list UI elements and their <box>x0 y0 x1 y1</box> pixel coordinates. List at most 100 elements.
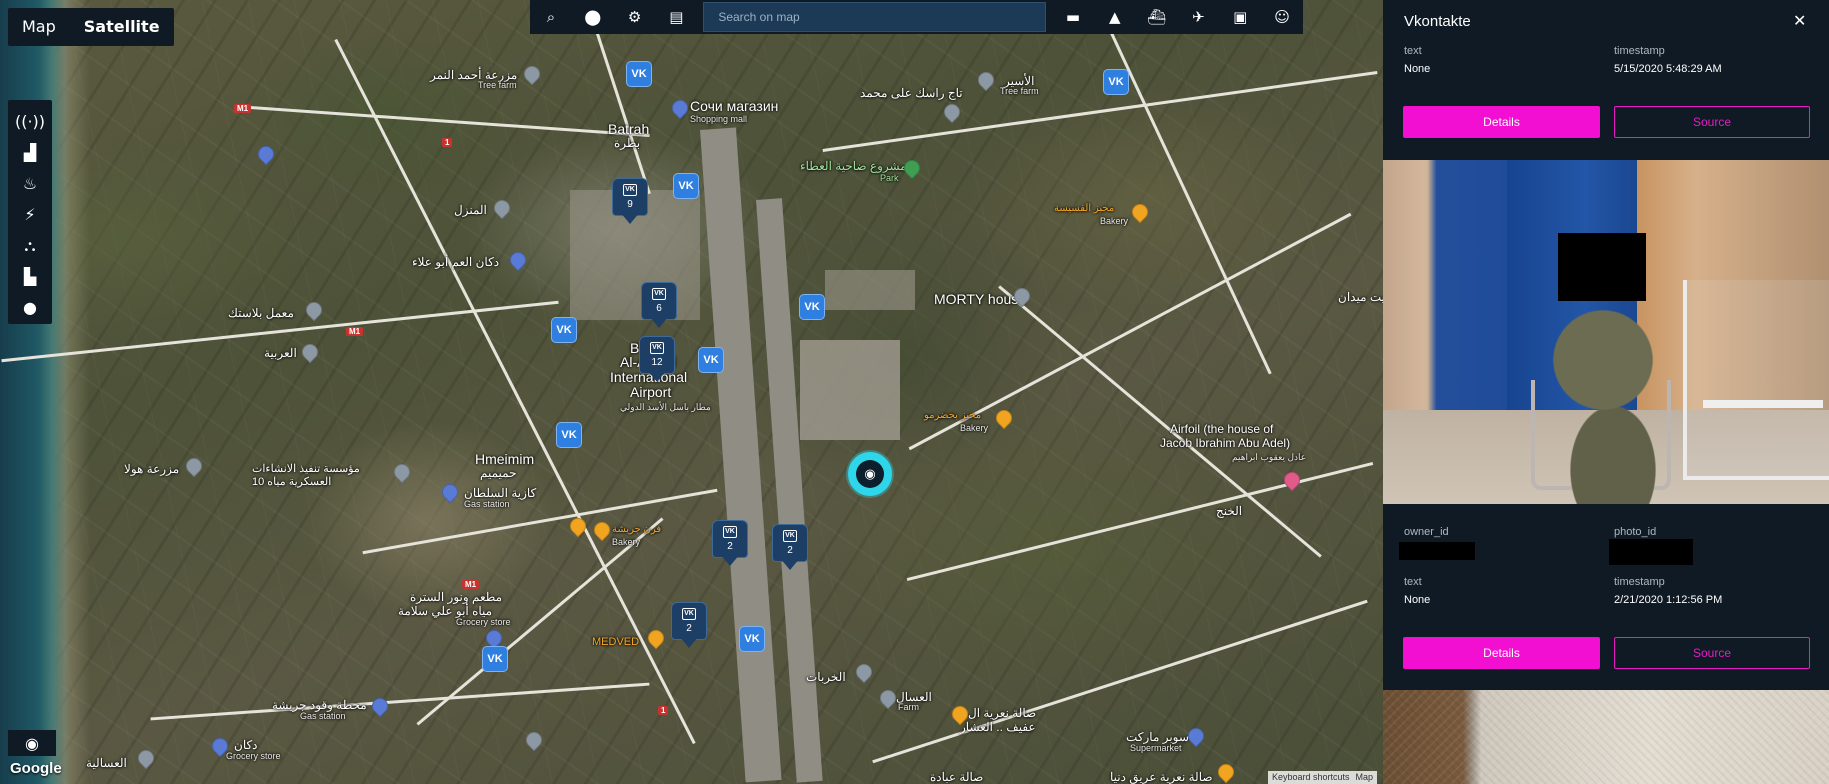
water-drop-icon[interactable]: ● <box>8 292 52 323</box>
gas-pin[interactable] <box>368 694 392 718</box>
bus-icon[interactable]: ▣ <box>1219 0 1261 34</box>
map-data-link[interactable]: Map <box>1356 771 1374 784</box>
google-logo: Google <box>10 760 62 777</box>
poi-pin[interactable] <box>182 454 206 478</box>
map-label: Bakery <box>1100 216 1129 226</box>
map-label: Gas station <box>300 711 346 721</box>
map-label: Park <box>880 173 899 183</box>
vk-pin[interactable]: VK <box>551 317 577 343</box>
map-type-satellite[interactable]: Satellite <box>70 8 174 46</box>
map-pin-icon[interactable]: ⬤ <box>572 0 614 34</box>
poi-pin[interactable] <box>298 340 322 364</box>
poi-pin[interactable] <box>1214 760 1238 784</box>
vk-cluster[interactable]: VK 2 <box>772 524 808 572</box>
network-icon[interactable]: ⛬ <box>8 230 52 261</box>
details-button[interactable]: Details <box>1403 637 1600 669</box>
details-button[interactable]: Details <box>1403 106 1600 138</box>
bakery-pin[interactable] <box>590 518 614 542</box>
map-label: Farm <box>898 702 919 712</box>
map-label: حميميم <box>480 466 517 480</box>
truck-icon[interactable]: ▙ <box>8 261 52 292</box>
poi-pin[interactable] <box>974 68 998 92</box>
layers-icon[interactable]: ▤ <box>655 0 697 34</box>
gear-icon[interactable]: ⚙ <box>614 0 656 34</box>
shopping-pin[interactable] <box>506 248 530 272</box>
poi-pin[interactable] <box>522 728 546 752</box>
map-label: بطرة <box>614 136 641 150</box>
selected-location-marker[interactable]: ◉ <box>848 452 892 496</box>
vk-pin[interactable]: VK <box>1103 69 1129 95</box>
bakery-pin[interactable] <box>1128 200 1152 224</box>
zoom-search-icon[interactable]: ⌕ <box>530 0 572 34</box>
source-button[interactable]: Source <box>1614 637 1810 669</box>
poi-pin[interactable] <box>520 62 544 86</box>
poi-pin[interactable] <box>490 196 514 220</box>
vk-pin[interactable]: VK <box>698 347 724 373</box>
road <box>822 71 1378 152</box>
gas-pin[interactable] <box>438 480 462 504</box>
vk-pin[interactable]: VK <box>482 646 508 672</box>
map-label: صالة نعرية ال <box>968 706 1037 720</box>
poi-pin[interactable] <box>390 460 414 484</box>
eye-icon[interactable]: ◉ <box>8 730 56 756</box>
ship-icon[interactable]: ⛴ <box>1136 0 1178 34</box>
vk-cluster[interactable]: VK 2 <box>671 602 707 650</box>
poi-pin[interactable] <box>134 746 158 770</box>
map-canvas[interactable]: M1 M1 M1 1 1 1 مزرعة أحمد النمر Tree far… <box>0 0 1383 784</box>
plane-icon[interactable]: ✈ <box>1178 0 1220 34</box>
map-label: Gas station <box>464 499 510 509</box>
map-search-input[interactable] <box>703 2 1047 32</box>
poi-pin[interactable] <box>1280 468 1304 492</box>
timestamp-value: 2/21/2020 1:12:56 PM <box>1614 594 1723 606</box>
road <box>872 599 1368 764</box>
poi-pin[interactable] <box>254 142 278 166</box>
vk-icon: VK <box>783 530 797 542</box>
bakery-pin[interactable] <box>992 406 1016 430</box>
vk-photo[interactable] <box>1383 690 1829 784</box>
poi-pin[interactable] <box>852 660 876 684</box>
source-button[interactable]: Source <box>1614 106 1810 138</box>
antenna-icon[interactable]: ((·)) <box>8 106 52 137</box>
car-icon[interactable]: ▬ <box>1052 0 1094 34</box>
map-label: MEDVED <box>592 636 640 648</box>
vk-pin[interactable]: VK <box>799 294 825 320</box>
vk-cluster[interactable]: VK 9 <box>612 178 648 226</box>
warning-icon[interactable]: ▲ <box>1094 0 1136 34</box>
vk-cluster[interactable]: VK 2 <box>712 520 748 568</box>
road <box>416 517 664 726</box>
shopping-pin[interactable] <box>668 96 692 120</box>
timestamp-label: timestamp <box>1614 45 1665 57</box>
timestamp-value: 5/15/2020 5:48:29 AM <box>1614 63 1722 75</box>
close-icon[interactable]: ✕ <box>1793 11 1806 31</box>
vk-photo[interactable] <box>1383 160 1829 504</box>
map-label: دكان العم أبو علاء <box>412 255 500 269</box>
poi-pin[interactable] <box>302 298 326 322</box>
face-icon[interactable]: ☺ <box>1261 0 1303 34</box>
vk-pin[interactable]: VK <box>739 626 765 652</box>
panel-header: Vkontakte ✕ <box>1383 0 1829 42</box>
map-label: Batrah <box>608 121 650 137</box>
hangars <box>825 270 915 310</box>
map-label: كازية السلطان <box>464 486 537 500</box>
poi-pin[interactable] <box>940 100 964 124</box>
vk-pin[interactable]: VK <box>556 422 582 448</box>
map-label: Grocery store <box>456 617 511 627</box>
vk-pin[interactable]: VK <box>626 61 652 87</box>
timestamp-label: timestamp <box>1614 576 1665 588</box>
firefighter-icon[interactable]: ♨ <box>8 168 52 199</box>
map-label: معمل بلاستك <box>228 306 294 320</box>
vk-icon: VK <box>623 184 637 196</box>
map-label: مخبز بحضرمو <box>924 410 982 421</box>
vk-cluster[interactable]: VK 6 <box>641 282 677 330</box>
photo-id-redacted <box>1609 539 1693 565</box>
map-toolbar: ⌕ ⬤ ⚙ ▤ ▬ ▲ ⛴ ✈ ▣ ☺ <box>530 0 1303 34</box>
map-label: مؤسسة تنفيذ الانشاءات العسكرية مياه 10 <box>252 463 360 488</box>
vk-cluster[interactable]: VK 12 <box>639 336 675 384</box>
ambulance-icon[interactable]: ▟ <box>8 137 52 168</box>
keyboard-shortcuts-link[interactable]: Keyboard shortcuts <box>1272 771 1350 784</box>
vk-pin[interactable]: VK <box>673 173 699 199</box>
lightning-icon[interactable]: ⚡ <box>8 199 52 230</box>
map-label: Сочи магазин <box>690 98 779 114</box>
map-type-map[interactable]: Map <box>8 8 70 46</box>
poi-pin[interactable] <box>644 626 668 650</box>
